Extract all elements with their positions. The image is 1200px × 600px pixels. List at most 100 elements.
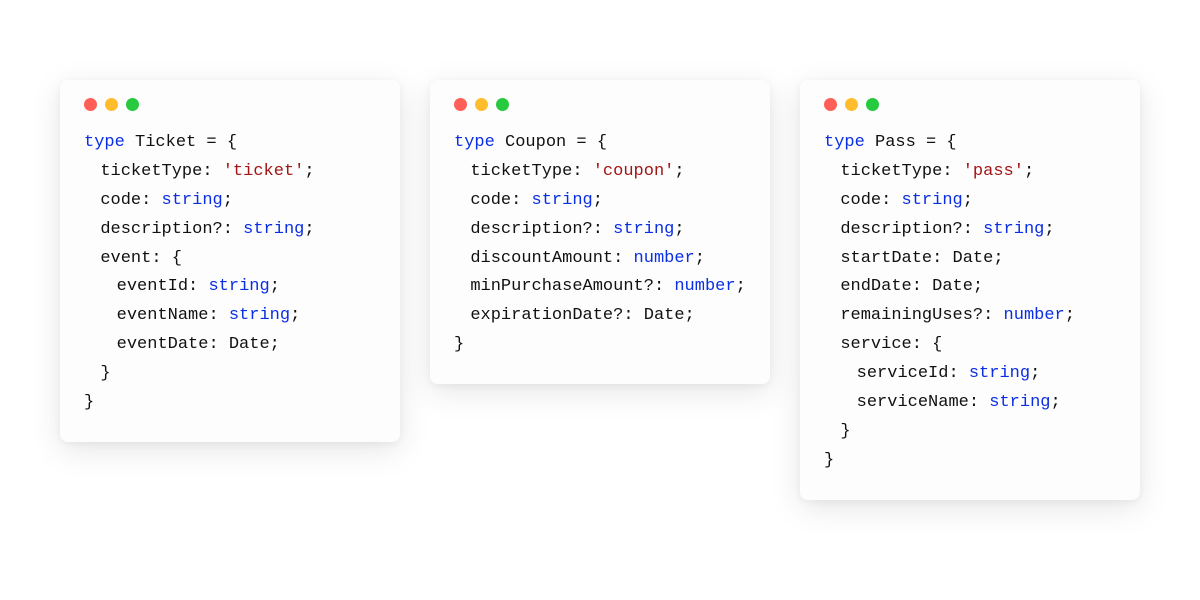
minimize-icon xyxy=(105,98,118,111)
code-token: startDate: Date; xyxy=(840,249,1003,268)
code-token: } xyxy=(454,335,464,354)
code-block-pass: type Pass = {ticketType: 'pass';code: st… xyxy=(824,129,1116,476)
code-token: string xyxy=(902,191,963,210)
code-line: remainingUses?: number; xyxy=(824,302,1116,331)
code-token: string xyxy=(208,277,269,296)
code-token: number xyxy=(674,277,735,296)
code-token: number xyxy=(1004,306,1065,325)
code-token: = { xyxy=(916,133,957,152)
code-token: string xyxy=(983,220,1044,239)
code-token: ; xyxy=(270,277,280,296)
maximize-icon xyxy=(126,98,139,111)
code-token: serviceName: xyxy=(857,393,990,412)
code-line: description?: string; xyxy=(824,216,1116,245)
traffic-lights xyxy=(84,98,376,111)
code-token: ; xyxy=(1050,393,1060,412)
code-token: description?: xyxy=(840,220,983,239)
code-line: event: { xyxy=(84,245,376,274)
code-token: ticketType: xyxy=(840,162,962,181)
code-line: code: string; xyxy=(454,187,746,216)
code-token: Pass xyxy=(875,133,916,152)
code-token: eventId: xyxy=(117,277,209,296)
code-token: number xyxy=(634,249,695,268)
code-token: ticketType: xyxy=(470,162,592,181)
code-line: minPurchaseAmount?: number; xyxy=(454,273,746,302)
code-line: } xyxy=(454,331,746,360)
close-icon xyxy=(454,98,467,111)
code-line: eventDate: Date; xyxy=(84,331,376,360)
code-token: ; xyxy=(290,306,300,325)
code-window-coupon: type Coupon = {ticketType: 'coupon';code… xyxy=(430,80,770,384)
code-line: eventId: string; xyxy=(84,273,376,302)
code-token: service: { xyxy=(840,335,942,354)
code-token: ; xyxy=(304,162,314,181)
code-token: = { xyxy=(196,133,237,152)
code-window-ticket: type Ticket = {ticketType: 'ticket';code… xyxy=(60,80,400,442)
code-token xyxy=(495,133,505,152)
code-token: ; xyxy=(223,191,233,210)
code-token: ; xyxy=(1024,162,1034,181)
code-token: ; xyxy=(1065,306,1075,325)
code-line: type Ticket = { xyxy=(84,129,376,158)
code-token: discountAmount: xyxy=(470,249,633,268)
code-line: serviceId: string; xyxy=(824,360,1116,389)
code-token: Ticket xyxy=(135,133,196,152)
code-token: ; xyxy=(304,220,314,239)
minimize-icon xyxy=(845,98,858,111)
code-token: string xyxy=(162,191,223,210)
code-token: ; xyxy=(695,249,705,268)
code-token: code: xyxy=(840,191,901,210)
code-block-ticket: type Ticket = {ticketType: 'ticket';code… xyxy=(84,129,376,418)
code-line: ticketType: 'ticket'; xyxy=(84,158,376,187)
close-icon xyxy=(84,98,97,111)
code-token: code: xyxy=(100,191,161,210)
code-line: serviceName: string; xyxy=(824,389,1116,418)
code-token: ; xyxy=(1044,220,1054,239)
code-line: } xyxy=(824,418,1116,447)
code-token: remainingUses?: xyxy=(840,306,1003,325)
code-line: description?: string; xyxy=(454,216,746,245)
minimize-icon xyxy=(475,98,488,111)
code-token: string xyxy=(532,191,593,210)
maximize-icon xyxy=(866,98,879,111)
code-line: startDate: Date; xyxy=(824,245,1116,274)
code-line: } xyxy=(84,360,376,389)
code-token: ticketType: xyxy=(100,162,222,181)
close-icon xyxy=(824,98,837,111)
code-token: string xyxy=(989,393,1050,412)
code-token: type xyxy=(824,133,865,152)
code-window-pass: type Pass = {ticketType: 'pass';code: st… xyxy=(800,80,1140,500)
code-token: endDate: Date; xyxy=(840,277,983,296)
code-token: string xyxy=(229,306,290,325)
code-token: 'pass' xyxy=(963,162,1024,181)
code-line: code: string; xyxy=(824,187,1116,216)
code-token: = { xyxy=(566,133,607,152)
code-line: } xyxy=(84,389,376,418)
code-token: serviceId: xyxy=(857,364,969,383)
code-token: type xyxy=(84,133,125,152)
code-token: ; xyxy=(674,220,684,239)
traffic-lights xyxy=(454,98,746,111)
code-token: ; xyxy=(593,191,603,210)
code-token: ; xyxy=(1030,364,1040,383)
code-line: code: string; xyxy=(84,187,376,216)
code-token: string xyxy=(969,364,1030,383)
code-line: description?: string; xyxy=(84,216,376,245)
code-token xyxy=(865,133,875,152)
code-token: code: xyxy=(470,191,531,210)
code-token: expirationDate?: Date; xyxy=(470,306,694,325)
code-token: } xyxy=(824,451,834,470)
code-token: } xyxy=(840,422,850,441)
code-token: 'coupon' xyxy=(593,162,675,181)
code-line: endDate: Date; xyxy=(824,273,1116,302)
code-token: } xyxy=(100,364,110,383)
code-line: type Coupon = { xyxy=(454,129,746,158)
code-token: description?: xyxy=(100,220,243,239)
code-line: discountAmount: number; xyxy=(454,245,746,274)
code-token: ; xyxy=(963,191,973,210)
code-token: type xyxy=(454,133,495,152)
code-token: 'ticket' xyxy=(223,162,305,181)
code-token: eventDate: Date; xyxy=(117,335,280,354)
code-line: ticketType: 'coupon'; xyxy=(454,158,746,187)
code-line: service: { xyxy=(824,331,1116,360)
